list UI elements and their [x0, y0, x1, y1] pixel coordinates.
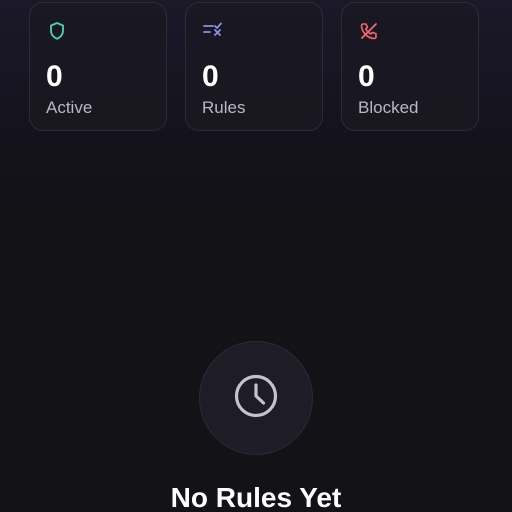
empty-state-title: No Rules Yet [170, 482, 342, 512]
blocked-label: Blocked [358, 98, 419, 117]
rules-count: 0 [202, 60, 219, 93]
stats-row: 0 Active 0 Rules 0 Blocked [29, 2, 479, 131]
stat-card-active: 0 Active [29, 2, 167, 131]
empty-state-icon-container [199, 341, 313, 455]
stat-card-blocked: 0 Blocked [341, 2, 479, 131]
shield-icon [47, 21, 67, 41]
stat-card-rules: 0 Rules [185, 2, 323, 131]
rules-list-icon [203, 21, 223, 41]
clock-icon [233, 373, 279, 424]
blocked-count: 0 [358, 60, 375, 93]
blocked-call-icon [359, 21, 379, 41]
rules-label: Rules [202, 98, 246, 117]
app-screen: 0 Active 0 Rules 0 Blocked No Rules Yet [0, 0, 512, 512]
active-count: 0 [46, 60, 63, 93]
active-label: Active [46, 98, 93, 117]
